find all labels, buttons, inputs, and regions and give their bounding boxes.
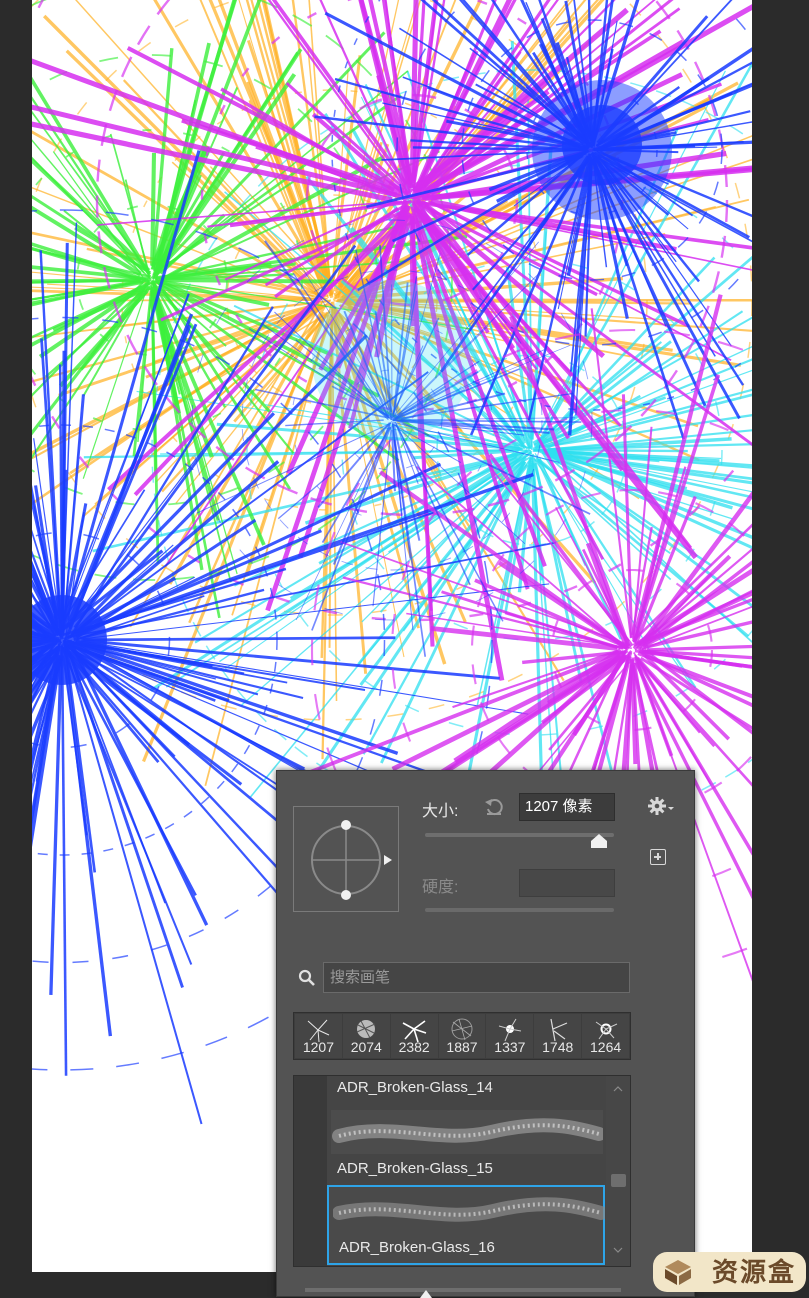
preset-item-broken-glass-14[interactable]: ADR_Broken-Glass_14 [327,1076,605,1102]
preset-item-broken-glass-16[interactable]: ADR_Broken-Glass_16 [327,1185,605,1265]
recent-brush-tile[interactable]: 1337 [486,1014,533,1058]
recent-brush-tile[interactable]: 1748 [534,1014,581,1058]
impact-point [312,280,472,440]
hardness-slider-track [425,908,614,912]
size-slider-thumb[interactable] [590,833,608,849]
new-preset-button[interactable] [650,849,666,865]
gear-icon[interactable] [647,795,677,817]
scroll-thumb[interactable] [611,1174,626,1187]
brush-search-input[interactable] [323,962,630,993]
search-icon [298,969,316,987]
preset-list-gutter [294,1076,327,1266]
brush-stroke-preview [333,1191,605,1235]
size-slider-track[interactable] [425,833,614,837]
brush-stroke-preview [331,1110,603,1154]
recent-brush-tile[interactable]: 2382 [391,1014,438,1058]
brush-preset-picker: 大小: 1207 像素 硬度: 1207 20 [276,770,695,1297]
scroll-down-icon[interactable] [612,1246,624,1254]
recent-brush-tile[interactable]: 1264 [582,1014,629,1058]
preset-list-scrollbar[interactable] [606,1076,630,1266]
size-label: 大小: [422,797,458,821]
recent-brush-tile[interactable]: 2074 [343,1014,390,1058]
preview-size-slider-track[interactable] [305,1288,621,1292]
hardness-label: 硬度: [422,873,458,897]
reset-size-icon[interactable] [483,795,505,817]
preset-item-broken-glass-15[interactable]: ADR_Broken-Glass_15 [327,1104,605,1184]
recent-brushes-strip: 1207 2074 2382 1887 1337 1748 1264 [293,1012,631,1060]
brush-angle-roundness-preview[interactable] [293,806,399,912]
recent-brush-tile[interactable]: 1887 [439,1014,486,1058]
brush-preset-list: ADR_Broken-Glass_14 ADR_Broken-Glass_15 … [293,1075,631,1267]
impact-point [562,105,642,185]
recent-brush-tile[interactable]: 1207 [295,1014,342,1058]
size-value-field[interactable]: 1207 像素 [519,793,615,821]
scroll-up-icon[interactable] [612,1084,624,1092]
hardness-value-field [519,869,615,897]
watermark-badge: 资源盒 [653,1252,806,1292]
box-logo-icon [663,1258,693,1286]
